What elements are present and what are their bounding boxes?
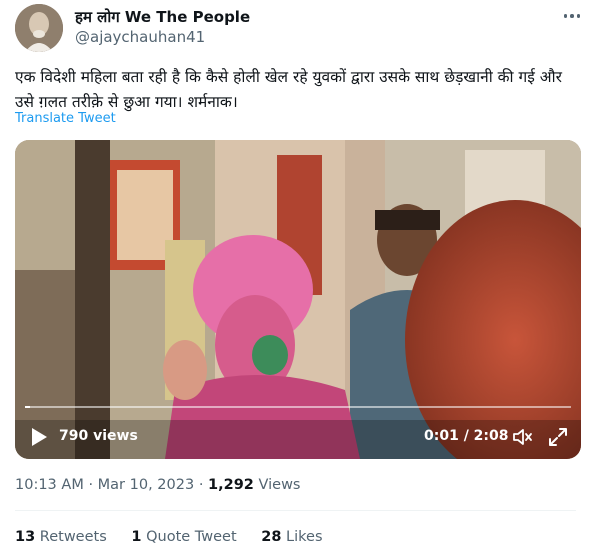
video-views: 790 views bbox=[59, 428, 138, 444]
fullscreen-icon[interactable] bbox=[547, 426, 569, 448]
quote-tweets-stat[interactable]: 1 Quote Tweet bbox=[131, 529, 236, 545]
author-name[interactable]: हम लोग We The People bbox=[75, 7, 250, 27]
tweet-date[interactable]: Mar 10, 2023 bbox=[98, 477, 195, 493]
retweets-stat[interactable]: 13 Retweets bbox=[15, 529, 107, 545]
meta-separator: · bbox=[198, 477, 204, 493]
volume-muted-icon[interactable] bbox=[511, 426, 533, 448]
quote-tweets-label: Quote Tweet bbox=[146, 529, 237, 545]
tweet-card: हम लोग We The People @ajaychauhan41 एक व… bbox=[0, 0, 591, 552]
translate-tweet-link[interactable]: Translate Tweet bbox=[15, 111, 116, 126]
quote-tweets-count: 1 bbox=[131, 529, 142, 545]
likes-label: Likes bbox=[286, 529, 323, 545]
retweets-label: Retweets bbox=[39, 529, 107, 545]
video-progress-bar[interactable] bbox=[25, 406, 571, 408]
engagement-stats: 13 Retweets 1 Quote Tweet 28 Likes bbox=[15, 529, 343, 545]
play-icon[interactable] bbox=[30, 427, 48, 447]
meta-separator: · bbox=[88, 477, 94, 493]
likes-count: 28 bbox=[261, 529, 282, 545]
views-label: Views bbox=[258, 477, 301, 493]
video-timestamp: 0:01 / 2:08 bbox=[424, 428, 509, 444]
tweet-text: एक विदेशी महिला बता रही है कि कैसे होली … bbox=[15, 68, 562, 111]
likes-stat[interactable]: 28 Likes bbox=[261, 529, 322, 545]
video-progress-fill bbox=[25, 406, 31, 408]
more-options-icon[interactable] bbox=[560, 6, 584, 26]
author-handle[interactable]: @ajaychauhan41 bbox=[75, 28, 205, 46]
divider bbox=[15, 510, 576, 511]
retweets-count: 13 bbox=[15, 529, 36, 545]
video-frame bbox=[15, 140, 581, 459]
video-player[interactable]: 790 views 0:01 / 2:08 bbox=[15, 140, 581, 459]
avatar[interactable] bbox=[15, 4, 63, 52]
views-count: 1,292 bbox=[208, 477, 254, 493]
tweet-time[interactable]: 10:13 AM bbox=[15, 477, 84, 493]
tweet-meta: 10:13 AM · Mar 10, 2023 · 1,292 Views bbox=[15, 477, 300, 493]
